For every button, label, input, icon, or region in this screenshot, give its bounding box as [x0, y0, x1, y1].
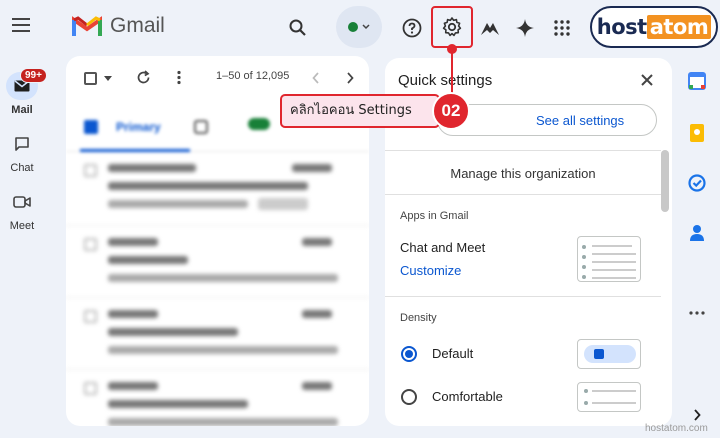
divider [385, 194, 661, 195]
density-comfortable-preview [577, 382, 641, 412]
unread-count-badge: 99+ [20, 68, 47, 83]
calendar-icon[interactable] [686, 70, 708, 92]
watermark: hostatom.com [645, 423, 708, 434]
more-horiz-icon[interactable] [686, 302, 708, 324]
main-menu-icon[interactable] [8, 14, 34, 40]
density-default-label: Default [432, 346, 474, 361]
customize-link[interactable]: Customize [400, 263, 461, 278]
active-status-dot [348, 22, 358, 32]
density-section-heading: Density [400, 312, 437, 324]
contacts-icon[interactable] [686, 222, 708, 244]
chat-meet-label: Chat and Meet [400, 240, 486, 255]
see-all-settings-label: See all settings [536, 113, 625, 128]
row-checkbox[interactable] [84, 310, 97, 323]
app-name: Gmail [110, 14, 165, 37]
density-comfortable-label: Comfortable [432, 389, 503, 404]
top-bar: Gmail host atom [0, 0, 720, 56]
scrollbar-thumb[interactable] [661, 150, 669, 212]
rail-item-meet[interactable]: Meet [0, 188, 44, 232]
inbox-icon [84, 120, 98, 134]
step-number-badge: 02 [432, 92, 470, 130]
tab-primary-label: Primary [116, 120, 161, 134]
more-vert-icon[interactable] [176, 70, 182, 85]
density-default-radio[interactable] [401, 346, 417, 362]
select-dropdown-chevron-icon[interactable] [104, 76, 112, 82]
search-icon[interactable] [280, 10, 316, 46]
rail-item-chat[interactable]: Chat [0, 130, 44, 174]
callout-connector-dot [447, 44, 457, 54]
instruction-callout: คลิกไอคอน Settings [280, 94, 440, 128]
prev-page-chevron-icon[interactable] [312, 72, 320, 84]
callout-connector [451, 48, 453, 96]
promotions-tag-icon[interactable] [194, 120, 208, 134]
table-row[interactable] [66, 154, 369, 226]
density-comfortable-radio[interactable] [401, 389, 417, 405]
pagination-range: 1–50 of 12,095 [216, 70, 290, 82]
row-checkbox[interactable] [84, 238, 97, 251]
gmail-m-icon [72, 16, 102, 36]
table-row[interactable] [66, 298, 369, 370]
tasks-icon[interactable] [686, 172, 708, 194]
chevron-down-icon [362, 24, 370, 30]
rail-label-mail: Mail [11, 104, 33, 116]
status-selector[interactable] [336, 6, 382, 48]
apps-section-heading: Apps in Gmail [400, 210, 469, 222]
account-brand-logo[interactable]: host atom [590, 6, 718, 48]
density-default-preview [577, 339, 641, 369]
video-camera-icon [6, 188, 38, 216]
refresh-icon[interactable] [136, 70, 151, 85]
workspace-addon-icon[interactable] [472, 10, 508, 46]
next-page-chevron-icon[interactable] [346, 72, 354, 84]
tab-primary[interactable]: Primary [80, 104, 190, 152]
row-checkbox[interactable] [84, 164, 97, 177]
chat-meet-preview-thumbnail [577, 236, 641, 282]
chat-icon [6, 130, 38, 158]
divider [385, 296, 661, 297]
manage-organization-link[interactable]: Manage this organization [385, 156, 661, 192]
apps-grid-icon[interactable] [544, 10, 580, 46]
close-icon[interactable] [637, 70, 657, 90]
brand-part-host: host [596, 15, 647, 39]
gemini-sparkle-icon[interactable] [507, 10, 543, 46]
table-row[interactable] [66, 226, 369, 298]
settings-highlight-box [431, 6, 473, 48]
brand-part-atom: atom [646, 15, 712, 39]
row-checkbox[interactable] [84, 382, 97, 395]
gmail-logo[interactable]: Gmail [72, 14, 165, 38]
keep-notes-icon[interactable] [686, 122, 708, 144]
quick-settings-title: Quick settings [398, 72, 493, 89]
rail-label-meet: Meet [9, 220, 35, 232]
select-all-checkbox[interactable] [84, 72, 97, 85]
rail-label-chat: Chat [10, 162, 34, 174]
mail-rows [66, 154, 369, 426]
see-all-settings-button[interactable]: See all settings [437, 104, 657, 136]
help-icon[interactable] [394, 10, 430, 46]
table-row[interactable] [66, 370, 369, 426]
divider [385, 150, 661, 151]
new-count-chip [248, 118, 270, 130]
